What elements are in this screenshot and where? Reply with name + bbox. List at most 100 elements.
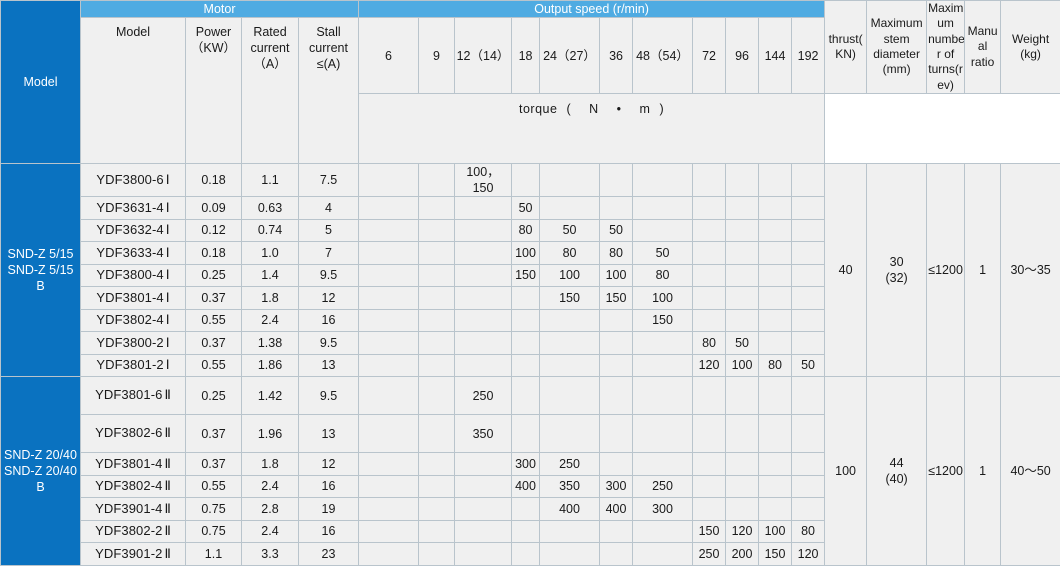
cell-stall-current: 7.5 [299, 164, 359, 197]
cell-torque-192 [792, 498, 825, 521]
header-motor-sub-1: Power（KW） [186, 18, 242, 164]
header-speed-3: 18 [512, 18, 540, 94]
cell-torque-24（27）: 50 [540, 219, 600, 242]
model-series-roman: Ⅱ [162, 546, 170, 561]
cell-torque-192: 80 [792, 520, 825, 543]
cell-torque-12（14） [455, 332, 512, 355]
cell-torque-12（14） [455, 543, 512, 566]
cell-torque-96 [726, 453, 759, 476]
max-turns-line: Maxim [928, 1, 963, 16]
model-series-roman: Ⅰ [164, 335, 170, 350]
cell-torque-144 [759, 287, 792, 310]
max-turns-line: r of [928, 47, 963, 62]
cell-motor-model: YDF3801-6Ⅱ [81, 377, 186, 415]
cell-torque-6 [359, 354, 419, 377]
motor-sub-line: （A） [243, 56, 297, 72]
stem-diameter-value-line: 30 [868, 254, 925, 270]
cell-manual-ratio: 1 [965, 377, 1001, 566]
cell-torque-48（54）: 100 [633, 287, 693, 310]
model-series-roman: Ⅰ [164, 245, 170, 260]
cell-torque-9 [419, 197, 455, 220]
motor-sub-line: Stall [300, 24, 357, 40]
stem-diameter-value-line: (40) [868, 471, 925, 487]
model-series-roman: Ⅱ [162, 456, 170, 471]
model-code: YDF3801-4 [95, 456, 162, 471]
cell-torque-6 [359, 453, 419, 476]
max-turns-line: um [928, 16, 963, 31]
cell-torque-36 [600, 520, 633, 543]
model-series-roman: Ⅰ [164, 200, 170, 215]
cell-torque-48（54） [633, 164, 693, 197]
model-code: YDF3633-4 [96, 245, 163, 260]
header-max-turns: Maximumnumber ofturns(rev) [927, 1, 965, 94]
cell-torque-9 [419, 287, 455, 310]
stem-diameter-line: stem [868, 32, 925, 47]
cell-torque-48（54） [633, 219, 693, 242]
header-motor-sub-3: Stallcurrent≤(A) [299, 18, 359, 164]
manual-ratio-line: Manu [966, 24, 999, 39]
cell-stall-current: 9.5 [299, 332, 359, 355]
cell-torque-12（14）: 350 [455, 415, 512, 453]
cell-power: 0.25 [186, 264, 242, 287]
cell-torque-48（54） [633, 332, 693, 355]
cell-torque-18: 50 [512, 197, 540, 220]
cell-torque-6 [359, 264, 419, 287]
model-series-roman: Ⅰ [164, 312, 170, 327]
cell-torque-72: 120 [693, 354, 726, 377]
cell-torque-24（27） [540, 415, 600, 453]
cell-torque-144 [759, 242, 792, 265]
cell-motor-model: YDF3901-2Ⅱ [81, 543, 186, 566]
cell-motor-model: YDF3802-4Ⅰ [81, 309, 186, 332]
cell-torque-6 [359, 377, 419, 415]
cell-torque-192 [792, 219, 825, 242]
cell-rated-current: 1.1 [242, 164, 299, 197]
cell-torque-72 [693, 498, 726, 521]
cell-torque-36 [600, 332, 633, 355]
group-name-line: SND-Z 20/40 [2, 463, 79, 479]
model-code: YDF3801-6 [95, 387, 162, 402]
cell-torque-18 [512, 287, 540, 310]
model-code: YDF3800-6 [96, 172, 163, 187]
manual-ratio-line: al [966, 39, 999, 54]
cell-torque-72 [693, 219, 726, 242]
cell-torque-18 [512, 332, 540, 355]
model-code: YDF3801-2 [96, 357, 163, 372]
cell-torque-96 [726, 264, 759, 287]
cell-torque-36: 400 [600, 498, 633, 521]
cell-motor-model: YDF3800-2Ⅰ [81, 332, 186, 355]
cell-torque-144 [759, 475, 792, 498]
cell-torque-24（27） [540, 354, 600, 377]
cell-torque-9 [419, 453, 455, 476]
cell-max-turns: ≤1200 [927, 164, 965, 377]
cell-motor-model: YDF3801-4Ⅰ [81, 287, 186, 310]
cell-stall-current: 5 [299, 219, 359, 242]
cell-torque-36 [600, 543, 633, 566]
cell-stall-current: 12 [299, 453, 359, 476]
model-series-roman: Ⅱ [162, 523, 170, 538]
cell-torque-48（54）: 300 [633, 498, 693, 521]
header-output-speed-group: Output speed (r/min) [359, 1, 825, 18]
cell-stall-current: 16 [299, 309, 359, 332]
cell-torque-6 [359, 520, 419, 543]
cell-torque-48（54）: 250 [633, 475, 693, 498]
cell-stall-current: 9.5 [299, 264, 359, 287]
cell-motor-model: YDF3633-4Ⅰ [81, 242, 186, 265]
cell-torque-6 [359, 415, 419, 453]
model-code: YDF3801-4 [96, 290, 163, 305]
cell-motor-model: YDF3631-4Ⅰ [81, 197, 186, 220]
cell-stall-current: 16 [299, 475, 359, 498]
cell-torque-48（54） [633, 354, 693, 377]
cell-torque-96 [726, 309, 759, 332]
group-name-line: SND-Z 20/40 [2, 447, 79, 463]
cell-motor-model: YDF3801-4Ⅱ [81, 453, 186, 476]
cell-power: 0.25 [186, 377, 242, 415]
motor-specification-table: ModelMotorOutput speed (r/min)thrust(KN)… [0, 0, 1060, 566]
cell-torque-9 [419, 377, 455, 415]
cell-torque-96 [726, 415, 759, 453]
cell-torque-24（27）: 150 [540, 287, 600, 310]
cell-torque-72: 150 [693, 520, 726, 543]
cell-torque-48（54） [633, 453, 693, 476]
cell-torque-192 [792, 264, 825, 287]
cell-stall-current: 16 [299, 520, 359, 543]
cell-torque-18: 100 [512, 242, 540, 265]
